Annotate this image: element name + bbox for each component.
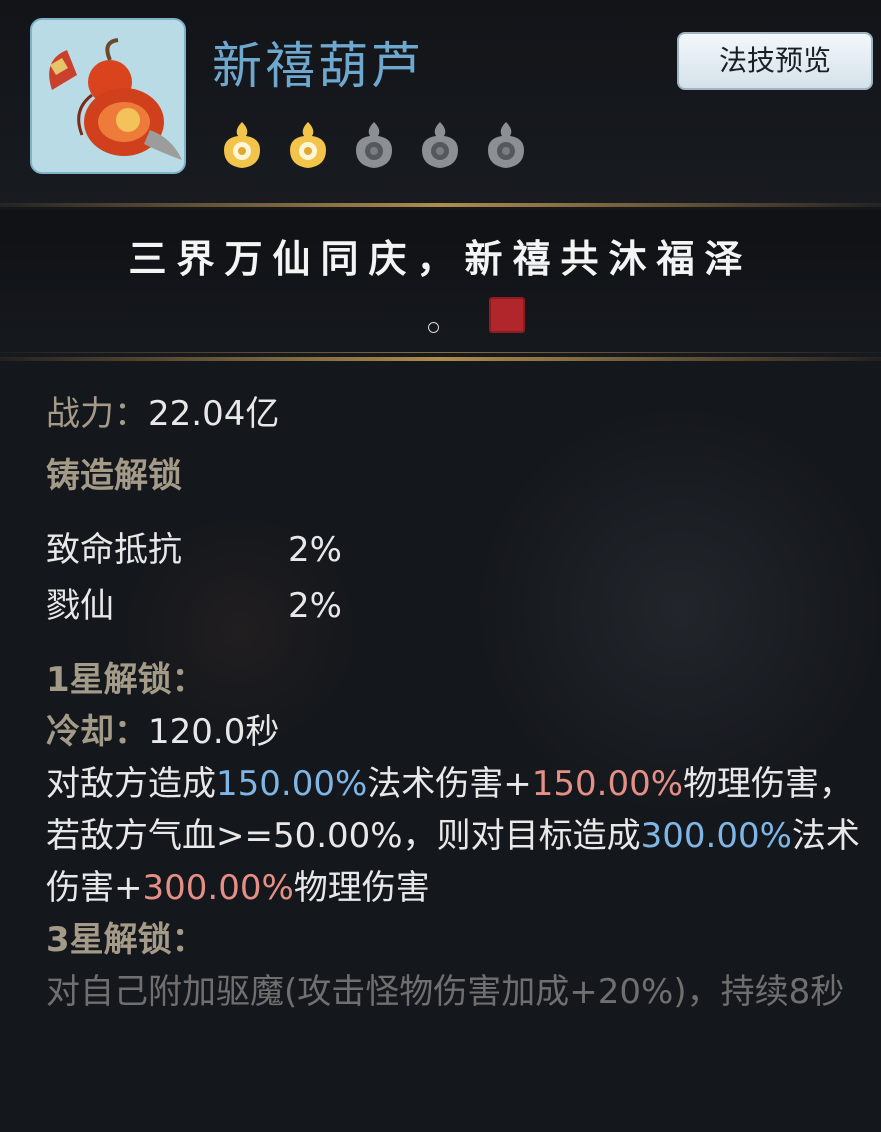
- star-lit-icon: [224, 122, 260, 168]
- attr-row: 戮仙 2%: [46, 580, 866, 632]
- magic-damage-value: 150.00%: [216, 764, 368, 804]
- physical-damage-value: 300.00%: [142, 868, 294, 908]
- power-row: 战力：22.04亿: [46, 388, 866, 440]
- gourd-icon: [49, 38, 182, 160]
- skill-preview-button[interactable]: 法技预览: [677, 32, 873, 90]
- magic-damage-value: 300.00%: [640, 816, 792, 856]
- page-indicator-dot: [428, 322, 439, 333]
- desc-text: 物理伤害: [293, 868, 430, 908]
- desc-text: 对敌方造成: [46, 764, 216, 804]
- star1-heading: 1星解锁：: [46, 660, 206, 700]
- desc-text: 法术伤害+: [367, 764, 532, 804]
- star3-heading: 3星解锁：: [46, 920, 206, 960]
- banner-divider-thin: [0, 352, 881, 353]
- item-name: 新禧葫芦: [212, 37, 424, 95]
- star-dim-icon: [356, 122, 392, 168]
- attr-value: 2%: [288, 586, 342, 626]
- power-value: 22.04亿: [148, 394, 280, 434]
- physical-damage-value: 150.00%: [531, 764, 684, 804]
- forge-heading: 铸造解锁: [46, 456, 182, 496]
- stats-panel: 战力：22.04亿 铸造解锁 致命抵抗 2% 戮仙 2% 1星解锁： 冷却：12…: [46, 388, 866, 1018]
- star-lit-icon: [290, 122, 326, 168]
- header-divider: [0, 203, 881, 207]
- motto-text: 三界万仙同庆，新禧共沐福泽: [128, 236, 753, 281]
- cooldown-row: 冷却：120.0秒: [46, 706, 866, 758]
- attr-name: 致命抵抗: [46, 530, 182, 570]
- power-label: 战力：: [46, 394, 148, 434]
- attr-value: 2%: [288, 530, 342, 570]
- banner-divider: [0, 357, 881, 361]
- star-rating: [220, 120, 528, 170]
- item-icon-frame: [30, 18, 186, 174]
- star-dim-icon: [488, 122, 524, 168]
- star3-description: 对自己附加驱魔(攻击怪物伤害加成+20%)，持续8秒: [46, 972, 845, 1012]
- star1-description: 对敌方造成150.00%法术伤害+150.00%物理伤害，若敌方气血>=50.0…: [46, 758, 866, 914]
- star-dim-icon: [422, 122, 458, 168]
- seal-stamp: [489, 297, 525, 333]
- attr-row: 致命抵抗 2%: [46, 524, 866, 576]
- cooldown-label: 冷却：: [46, 712, 148, 752]
- cooldown-value: 120.0秒: [148, 712, 280, 752]
- attr-name: 戮仙: [46, 586, 114, 626]
